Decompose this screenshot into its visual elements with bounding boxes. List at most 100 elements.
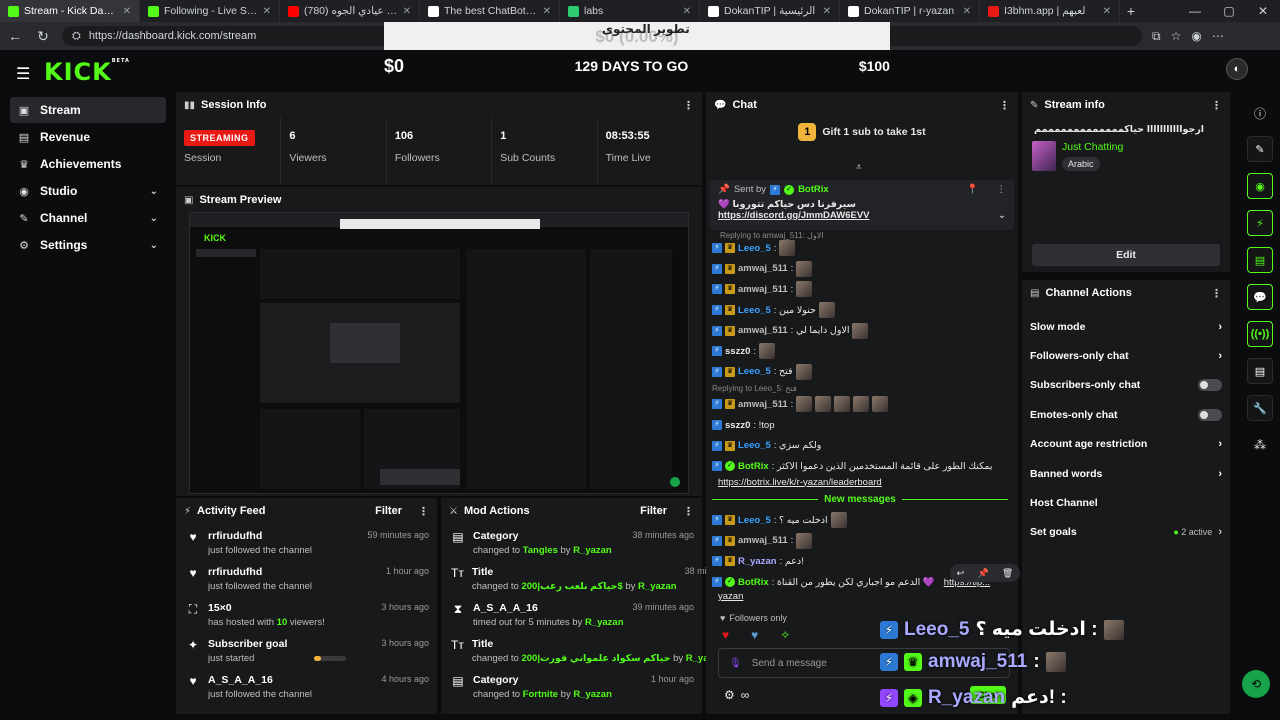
- more-icon[interactable]: ⋯: [1212, 29, 1224, 44]
- browser-tab[interactable]: I3bhm.app | لعبهم ✕: [980, 0, 1120, 22]
- chat-username[interactable]: amwaj_511: [738, 399, 788, 410]
- chat-username[interactable]: Leeo_5: [738, 305, 771, 316]
- chat-username[interactable]: amwaj_511: [738, 263, 788, 274]
- chat-bubble-icon[interactable]: 💬: [1247, 284, 1273, 310]
- refresh-icon[interactable]: ↻: [34, 28, 52, 45]
- channel-action-host-channel[interactable]: Host Channel: [1022, 488, 1230, 517]
- close-icon[interactable]: ✕: [263, 6, 271, 17]
- moderator-name[interactable]: R_yazan: [573, 545, 612, 556]
- chat-username[interactable]: amwaj_511: [738, 284, 788, 295]
- chat-message[interactable]: ⚡ ♛ Leeo_5: ادخلت ميه ؟: [712, 510, 1012, 531]
- pinned-link[interactable]: https://discord.gg/JmmDAW6EVV: [718, 210, 870, 221]
- close-icon[interactable]: ✕: [123, 6, 131, 17]
- filter-button[interactable]: Filter: [375, 505, 402, 517]
- filter-button[interactable]: Filter: [640, 505, 667, 517]
- unpin-icon[interactable]: 📍: [967, 184, 979, 195]
- blue-heart-emote-icon[interactable]: ♥: [751, 628, 758, 642]
- browser-tab[interactable]: (780) قالو تري - عيادي الجوه ✕: [280, 0, 420, 22]
- chat-message[interactable]: ⚡ ♛ Leeo_5: فتح: [712, 362, 1012, 383]
- chat-message[interactable]: ⚡ ♛ Leeo_5: حنولا مين: [712, 300, 1012, 321]
- close-icon[interactable]: ✕: [1103, 6, 1111, 17]
- more-options-icon[interactable]: ⋮: [1211, 287, 1222, 300]
- browser-tab[interactable]: Stream - Kick Dashboard ✕: [0, 0, 140, 22]
- pin-message-icon[interactable]: 📌: [977, 568, 988, 579]
- chat-username[interactable]: amwaj_511: [738, 325, 788, 336]
- moderator-name[interactable]: R_yazan: [573, 689, 612, 700]
- moderator-name[interactable]: R_yazan: [638, 581, 677, 592]
- server-icon[interactable]: ▤: [1247, 358, 1273, 384]
- channel-action-emotes-only-chat[interactable]: Emotes-only chat: [1022, 400, 1230, 429]
- green-emote-icon[interactable]: ✧: [780, 628, 790, 642]
- more-options-icon[interactable]: ⋮: [1211, 99, 1222, 112]
- favorites-icon[interactable]: ☆: [1171, 29, 1182, 44]
- close-icon[interactable]: ✕: [683, 6, 691, 17]
- back-icon[interactable]: ←: [6, 28, 24, 44]
- chat-username[interactable]: BotRix: [738, 577, 769, 588]
- edit-button[interactable]: Edit: [1032, 244, 1220, 266]
- more-options-icon[interactable]: ⋮: [683, 99, 694, 112]
- chevron-down-icon[interactable]: ⌄: [998, 210, 1006, 221]
- close-icon[interactable]: ✕: [543, 6, 551, 17]
- pinned-message[interactable]: 📌 Sent by ⚡ ✓ BotRix 📍 ⋮ 💜 سيرفرنا دس حي…: [710, 180, 1014, 230]
- minimize-button[interactable]: —: [1178, 0, 1212, 22]
- chat-username[interactable]: sszz0: [725, 420, 750, 431]
- sidebar-item-stream[interactable]: ▣ Stream: [10, 97, 166, 123]
- chat-username[interactable]: amwaj_511: [738, 535, 788, 546]
- chat-message[interactable]: ⚡ ♛ Leeo_5:: [712, 238, 1012, 259]
- channel-action-followers-only-chat[interactable]: Followers-only chat ›: [1022, 341, 1230, 370]
- chat-username[interactable]: Leeo_5: [738, 440, 771, 451]
- chat-username[interactable]: R_yazan: [738, 556, 777, 567]
- chat-username[interactable]: BotRix: [738, 461, 769, 472]
- browser-tab[interactable]: labs ✕: [560, 0, 700, 22]
- channel-action-set-goals[interactable]: Set goals ● 2 active ›: [1022, 518, 1230, 547]
- channel-action-banned-words[interactable]: Banned words ›: [1022, 459, 1230, 488]
- chat-message[interactable]: ⚡ ♛ amwaj_511:: [712, 531, 1012, 552]
- browser-tab[interactable]: DokanTIP | r-yazan ✕: [840, 0, 980, 22]
- chat-message[interactable]: ⚡ ♛ Leeo_5: ولكم سزي: [712, 435, 1012, 456]
- settings-icon[interactable]: ⚙: [724, 688, 735, 702]
- maximize-button[interactable]: ▢: [1212, 0, 1246, 22]
- profile-icon[interactable]: ◉: [1191, 29, 1201, 44]
- chat-message[interactable]: ⚡ ♛ amwaj_511: الاول دايما لي: [712, 320, 1012, 341]
- extensions-icon[interactable]: ⧉: [1152, 29, 1161, 44]
- more-options-icon[interactable]: ⋮: [683, 505, 694, 518]
- category-name[interactable]: Just Chatting: [1062, 141, 1123, 153]
- bolt-icon[interactable]: ⚡: [1247, 210, 1273, 236]
- browser-tab[interactable]: The best ChatBot and Widg ✕: [420, 0, 560, 22]
- delete-icon[interactable]: 🗑: [1002, 568, 1013, 579]
- sidebar-item-channel[interactable]: ✎ Channel ⌄: [10, 205, 166, 231]
- site-info-icon[interactable]: ⛭: [72, 30, 81, 43]
- chat-message[interactable]: ⚡ ♛ amwaj_511:: [712, 394, 1012, 415]
- sidebar-item-settings[interactable]: ⚙ Settings ⌄: [10, 232, 166, 258]
- info-icon[interactable]: ⓘ: [1247, 100, 1273, 126]
- heart-emote-icon[interactable]: ♥: [722, 628, 729, 642]
- toggle-switch[interactable]: [1198, 408, 1222, 421]
- document-icon[interactable]: ▤: [1247, 247, 1273, 273]
- close-icon[interactable]: ✕: [963, 6, 971, 17]
- close-window-button[interactable]: ✕: [1246, 0, 1280, 22]
- wrench-icon[interactable]: 🔧: [1247, 395, 1273, 421]
- more-options-icon[interactable]: ⋮: [999, 99, 1010, 112]
- close-icon[interactable]: ✕: [403, 6, 411, 17]
- menu-icon[interactable]: ☰: [16, 64, 30, 84]
- chat-message[interactable]: ⚡ sszz0:: [712, 341, 1012, 362]
- gift-sub-banner[interactable]: 1 Gift 1 sub to take 1st: [706, 118, 1018, 146]
- moderator-name[interactable]: R_yazan: [585, 617, 624, 628]
- overlay-status-icon[interactable]: ⟲: [1242, 670, 1270, 698]
- sidebar-item-revenue[interactable]: ▤ Revenue: [10, 124, 166, 150]
- more-options-icon[interactable]: ⋮: [997, 184, 1007, 195]
- infinity-icon[interactable]: ∞: [741, 688, 750, 702]
- chat-username[interactable]: Leeo_5: [738, 243, 771, 254]
- sidebar-item-achievements[interactable]: ♛ Achievements: [10, 151, 166, 177]
- new-tab-icon[interactable]: +: [1120, 3, 1142, 19]
- chat-username[interactable]: Leeo_5: [738, 515, 771, 526]
- browser-tab[interactable]: Following - Live Streams on ✕: [140, 0, 280, 22]
- chat-message[interactable]: ⚡ ♛ amwaj_511:: [712, 259, 1012, 280]
- apps-icon[interactable]: ⁂: [1247, 432, 1273, 458]
- chat-username[interactable]: Leeo_5: [738, 366, 771, 377]
- channel-action-subscribers-only-chat[interactable]: Subscribers-only chat: [1022, 371, 1230, 400]
- camera-icon[interactable]: ◉: [1247, 173, 1273, 199]
- chat-message[interactable]: ⚡ ✓ BotRix: يمكنك الطور على قائمة المستخدم…: [712, 456, 1012, 477]
- channel-action-slow-mode[interactable]: Slow mode ›: [1022, 312, 1230, 341]
- edit-icon[interactable]: ✎: [1247, 136, 1273, 162]
